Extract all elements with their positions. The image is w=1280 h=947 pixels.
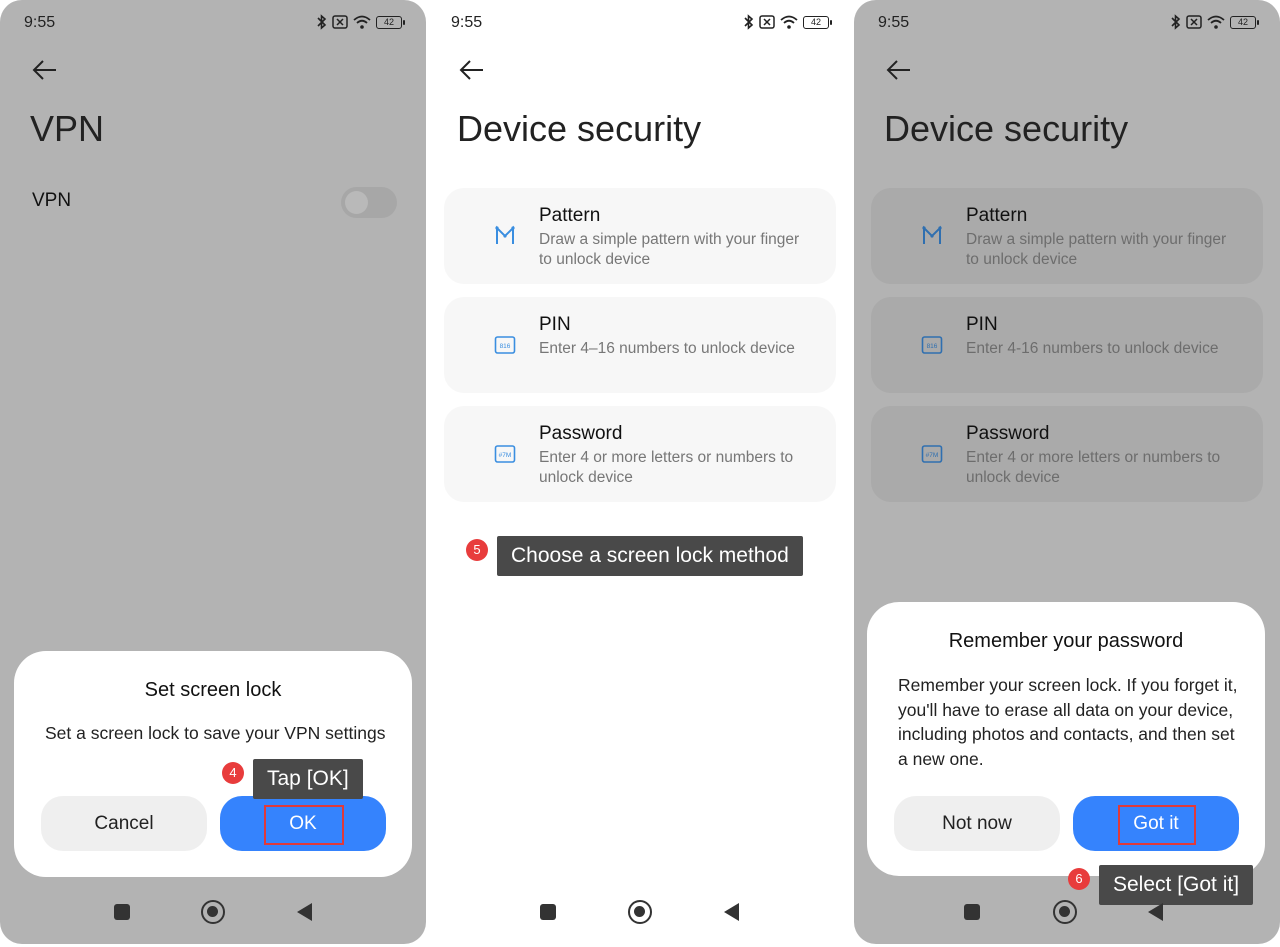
- pin-icon: 816: [921, 336, 943, 354]
- option-title: PIN: [539, 314, 571, 335]
- back-icon[interactable]: [724, 903, 739, 921]
- dialog-body: Remember your screen lock. If you forget…: [898, 675, 1238, 769]
- status-time: 9:55: [24, 14, 56, 31]
- page-title: VPN: [30, 108, 105, 149]
- no-sim-icon: [759, 15, 775, 29]
- pin-icon-text: 816: [927, 343, 938, 350]
- tooltip: Select [Got it]: [1099, 865, 1254, 905]
- option-title: Password: [966, 423, 1050, 444]
- no-sim-icon: [1186, 15, 1202, 29]
- ok-highlight-box: [264, 805, 344, 845]
- home-icon[interactable]: [628, 900, 652, 924]
- home-icon[interactable]: [1053, 900, 1077, 924]
- option-title: Pattern: [539, 205, 601, 226]
- status-time: 9:55: [878, 14, 910, 31]
- option-description: Enter 4-16 numbers to unlock device: [966, 340, 1219, 357]
- option-pattern[interactable]: Pattern Draw a simple pattern with your …: [444, 188, 836, 284]
- option-password[interactable]: #7M Password Enter 4 or more letters or …: [871, 406, 1263, 502]
- not-now-button[interactable]: Not now: [894, 796, 1060, 851]
- bluetooth-icon: [1171, 14, 1181, 30]
- password-icon-text: #7M: [926, 452, 939, 459]
- option-title: Pattern: [966, 205, 1028, 226]
- option-title: Password: [539, 423, 623, 444]
- screen-vpn: 9:55 42 VPN VPN Set screen lock Set a sc…: [0, 0, 426, 944]
- bluetooth-icon: [744, 14, 754, 30]
- battery-icon: 42: [1230, 15, 1259, 29]
- status-bar: 9:55 42: [0, 12, 426, 34]
- password-icon: #7M: [921, 445, 943, 463]
- step-badge: 5: [466, 539, 488, 561]
- pin-icon-text: 816: [500, 343, 511, 350]
- option-description: Draw a simple pattern with your finger t…: [539, 231, 800, 268]
- option-title: PIN: [966, 314, 998, 335]
- battery-icon: 42: [376, 15, 405, 29]
- page-title: Device security: [884, 108, 1129, 149]
- back-arrow-icon[interactable]: [30, 56, 60, 84]
- option-pin[interactable]: 816 PIN Enter 4–16 numbers to unlock dev…: [444, 297, 836, 393]
- option-description: Enter 4–16 numbers to unlock device: [539, 340, 795, 357]
- navigation-bar: [0, 900, 426, 924]
- screen-device-security: 9:55 42 Device security Pattern Draw a s…: [427, 0, 853, 944]
- back-icon[interactable]: [297, 903, 312, 921]
- recents-icon[interactable]: [540, 904, 556, 920]
- got-it-highlight-box: [1118, 805, 1196, 845]
- dialog-body: Set a screen lock to save your VPN setti…: [45, 723, 386, 743]
- option-pin[interactable]: 816 PIN Enter 4-16 numbers to unlock dev…: [871, 297, 1263, 393]
- wifi-icon: [353, 15, 371, 29]
- battery-icon: 42: [803, 15, 832, 29]
- navigation-bar: [854, 900, 1280, 924]
- password-icon: #7M: [494, 445, 516, 463]
- dialog-title: Remember your password: [948, 630, 1184, 652]
- status-bar: 9:55 42: [854, 12, 1280, 34]
- page-title: Device security: [457, 108, 702, 149]
- option-password[interactable]: #7M Password Enter 4 or more letters or …: [444, 406, 836, 502]
- recents-icon[interactable]: [964, 904, 980, 920]
- dialog-title: Set screen lock: [144, 679, 282, 701]
- option-pattern[interactable]: Pattern Draw a simple pattern with your …: [871, 188, 1263, 284]
- option-description: Draw a simple pattern with your finger t…: [966, 231, 1227, 268]
- pattern-icon: [495, 225, 515, 244]
- recents-icon[interactable]: [114, 904, 130, 920]
- home-icon[interactable]: [201, 900, 225, 924]
- tooltip: Choose a screen lock method: [497, 536, 803, 576]
- navigation-bar: [427, 900, 853, 924]
- step-badge: 6: [1068, 868, 1090, 890]
- option-description: Enter 4 or more letters or numbers to un…: [539, 449, 794, 486]
- vpn-label: VPN: [32, 190, 72, 211]
- status-bar: 9:55 42: [427, 12, 853, 34]
- wifi-icon: [780, 15, 798, 29]
- bluetooth-icon: [317, 14, 327, 30]
- back-arrow-icon[interactable]: [457, 56, 487, 84]
- screen-device-security-dialog: 9:55 42 Device security Pattern Draw a s…: [854, 0, 1280, 944]
- remember-password-dialog: Remember your password Remember your scr…: [867, 602, 1265, 876]
- cancel-button[interactable]: Cancel: [41, 796, 207, 851]
- pattern-icon: [922, 225, 942, 244]
- vpn-toggle[interactable]: [341, 187, 397, 218]
- step-badge: 4: [222, 762, 244, 784]
- option-description: Enter 4 or more letters or numbers to un…: [966, 449, 1221, 486]
- back-arrow-icon[interactable]: [884, 56, 914, 84]
- status-time: 9:55: [451, 14, 483, 31]
- pin-icon: 816: [494, 336, 516, 354]
- wifi-icon: [1207, 15, 1225, 29]
- tooltip: Tap [OK]: [253, 759, 363, 799]
- password-icon-text: #7M: [499, 452, 512, 459]
- back-icon[interactable]: [1148, 903, 1163, 921]
- no-sim-icon: [332, 15, 348, 29]
